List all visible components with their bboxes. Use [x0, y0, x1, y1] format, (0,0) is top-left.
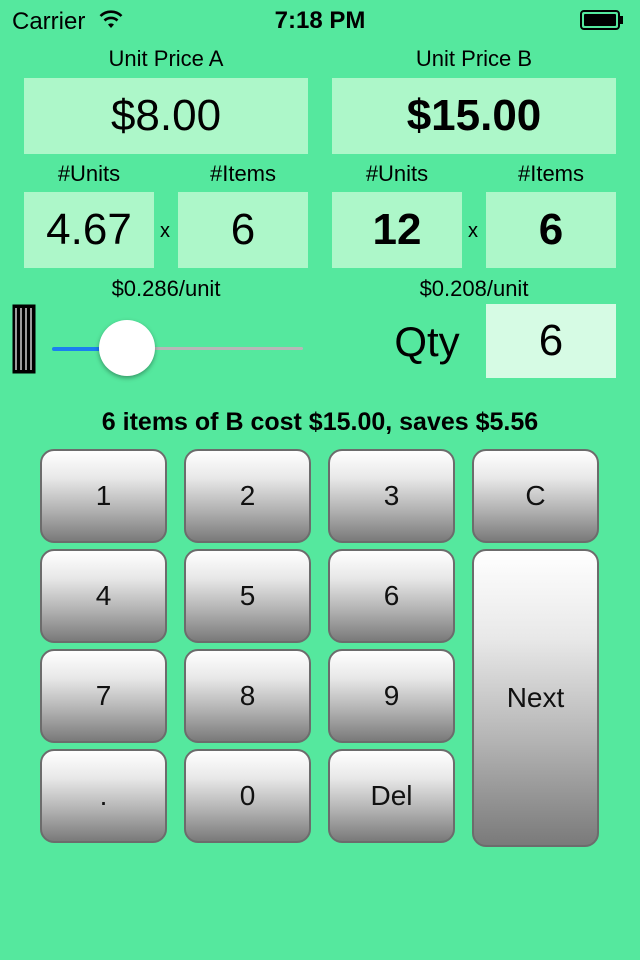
- units-b-field[interactable]: 12: [332, 192, 462, 268]
- unit-price-b-label: Unit Price B: [415, 46, 533, 71]
- key-3-button[interactable]: 3: [328, 449, 455, 543]
- key-6-button[interactable]: 6: [328, 549, 455, 643]
- drag-grip-icon[interactable]: [12, 304, 36, 374]
- key-0-button[interactable]: 0: [184, 749, 311, 843]
- delete-button[interactable]: Del: [328, 749, 455, 843]
- multiply-b-sign: x: [468, 220, 478, 242]
- next-button[interactable]: Next: [472, 549, 599, 847]
- key-8-button[interactable]: 8: [184, 649, 311, 743]
- key-9-button[interactable]: 9: [328, 649, 455, 743]
- per-unit-b: $0.208/unit: [419, 276, 529, 301]
- key-2-button[interactable]: 2: [184, 449, 311, 543]
- items-a-field[interactable]: 6: [178, 192, 308, 268]
- qty-field[interactable]: 6: [486, 304, 616, 378]
- qty-label: Qty: [394, 318, 460, 365]
- savings-summary: 6 items of B cost $15.00, saves $5.56: [101, 408, 539, 436]
- unit-price-a-label: Unit Price A: [108, 46, 224, 71]
- items-b-field[interactable]: 6: [486, 192, 616, 268]
- units-b-label: #Units: [365, 161, 429, 186]
- items-b-label: #Items: [517, 161, 585, 186]
- decimal-button[interactable]: .: [40, 749, 167, 843]
- status-bar: Carrier 7:18 PM: [0, 0, 640, 40]
- key-5-button[interactable]: 5: [184, 549, 311, 643]
- quantity-slider-knob[interactable]: [99, 320, 156, 376]
- units-a-field[interactable]: 4.67: [24, 192, 154, 268]
- battery-icon: [580, 10, 623, 30]
- price-b-field[interactable]: $15.00: [332, 78, 616, 154]
- clear-button[interactable]: C: [472, 449, 599, 543]
- key-4-button[interactable]: 4: [40, 549, 167, 643]
- key-1-button[interactable]: 1: [40, 449, 167, 543]
- per-unit-a: $0.286/unit: [111, 276, 221, 301]
- items-a-label: #Items: [209, 161, 277, 186]
- status-time: 7:18 PM: [274, 7, 366, 34]
- multiply-a-sign: x: [160, 220, 170, 242]
- slider-track-max[interactable]: [130, 347, 303, 350]
- units-a-label: #Units: [57, 161, 121, 186]
- price-a-field[interactable]: $8.00: [24, 78, 308, 154]
- key-7-button[interactable]: 7: [40, 649, 167, 743]
